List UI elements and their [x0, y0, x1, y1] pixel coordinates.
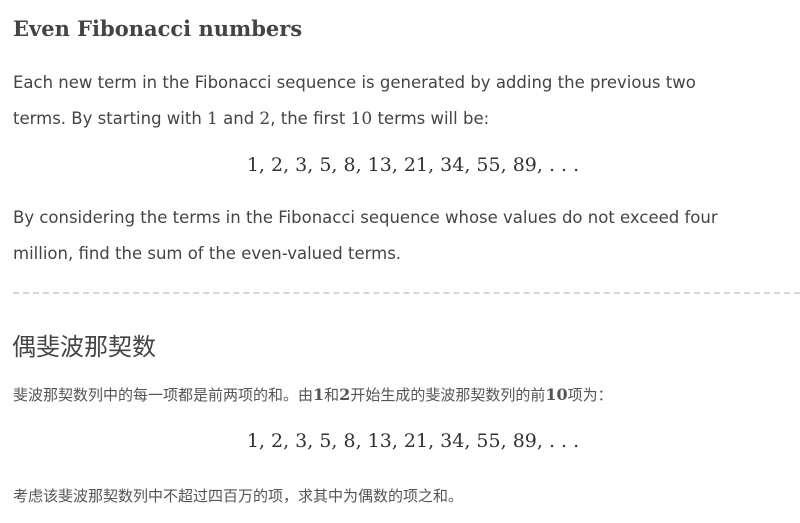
english-sequence-formula: 1, 2, 3, 5, 8, 13, 21, 34, 55, 89, . . .	[246, 154, 580, 176]
chinese-math-2: 2	[339, 385, 351, 404]
english-paragraph-1-line-1: Each new term in the Fibonacci sequence …	[13, 65, 696, 101]
english-math-2: 2	[259, 109, 271, 129]
chinese-paragraph-1-text-c: 开始生成的斐波那契数列的前	[350, 386, 546, 404]
section-divider	[13, 292, 800, 294]
english-paragraph-1-text-a: terms. By starting with	[13, 109, 208, 128]
english-paragraph-1-text: Each new term in the Fibonacci sequence …	[13, 73, 696, 92]
english-paragraph-2-line-1: By considering the terms in the Fibonacc…	[13, 208, 718, 227]
problem-page: Even Fibonacci numbers Each new term in …	[0, 0, 800, 523]
english-math-10: 10	[350, 109, 373, 129]
chinese-paragraph-1: 斐波那契数列中的每一项都是前两项的和。由1和2开始生成的斐波那契数列的前10项为…	[13, 384, 613, 405]
chinese-math-1: 1	[313, 385, 325, 404]
chinese-paragraph-1-text-d: 项为：	[567, 386, 613, 404]
english-paragraph-1-text-d: terms will be:	[372, 109, 490, 128]
english-math-1: 1	[207, 109, 218, 129]
chinese-paragraph-2: 考虑该斐波那契数列中不超过四百万的项，求其中为偶数的项之和。	[13, 487, 464, 505]
english-paragraph-1-text-b: and	[217, 109, 260, 128]
english-paragraph-1-text-c: , the first	[270, 109, 351, 128]
english-title: Even Fibonacci numbers	[13, 16, 303, 41]
english-paragraph-2-line-2: million, find the sum of the even-valued…	[13, 244, 402, 263]
chinese-sequence-formula: 1, 2, 3, 5, 8, 13, 21, 34, 55, 89, . . .	[246, 430, 580, 452]
chinese-paragraph-1-text-a: 斐波那契数列中的每一项都是前两项的和。由	[13, 386, 314, 404]
chinese-math-10: 10	[545, 385, 568, 404]
chinese-paragraph-1-text-b: 和	[324, 386, 340, 404]
chinese-title: 偶斐波那契数	[12, 333, 156, 361]
english-paragraph-1-line-2: terms. By starting with 1 and 2, the fir…	[13, 101, 489, 137]
